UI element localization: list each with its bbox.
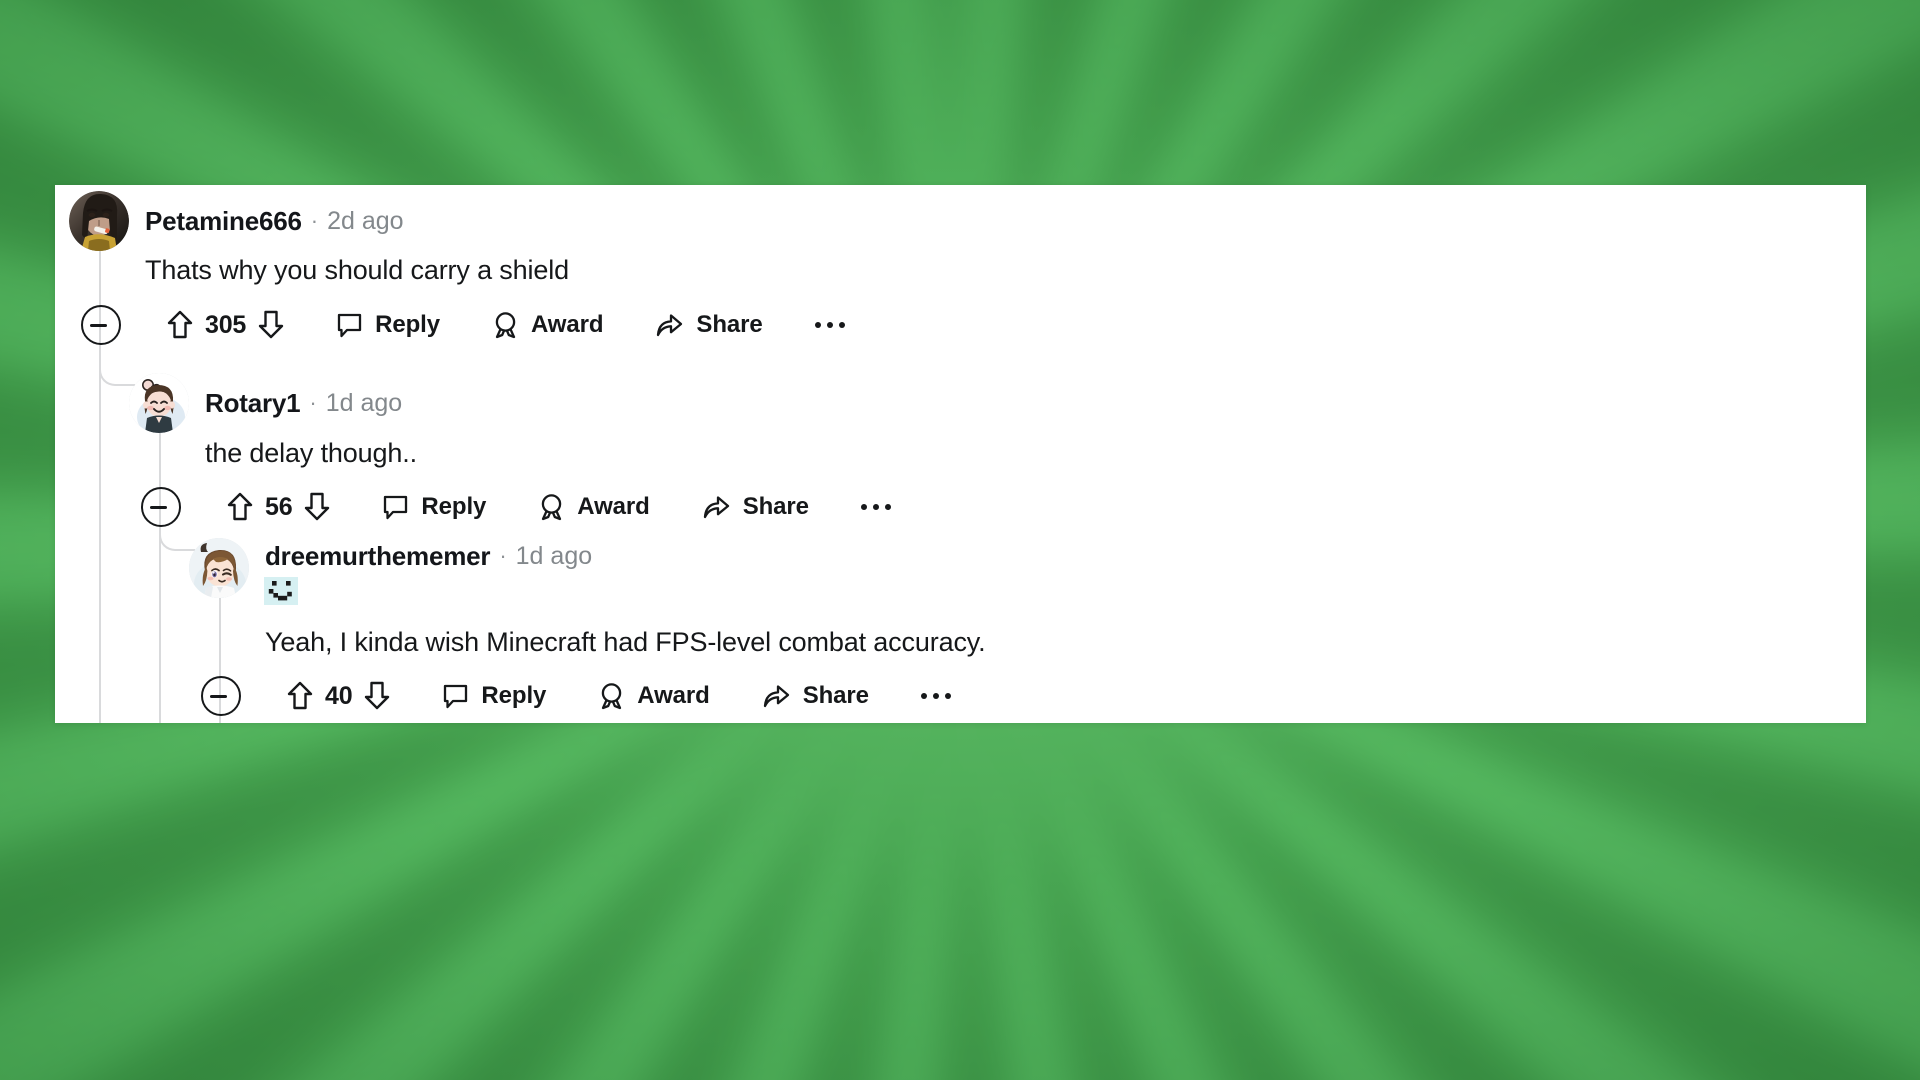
comment-thread-card: Petamine666 · 2d ago Thats why you shoul… [55, 185, 1866, 723]
share-arrow-icon [657, 313, 683, 336]
award-button[interactable]: Award [492, 311, 604, 340]
avatar-image-rotary1 [129, 373, 189, 433]
award-label: Award [530, 311, 604, 338]
vote-group: 40 [287, 681, 390, 711]
timestamp: 1d ago [325, 388, 403, 417]
award-button[interactable]: Award [598, 682, 710, 711]
timestamp: 1d ago [515, 542, 593, 570]
more-options-button[interactable] [814, 322, 845, 328]
comment-bubble-icon [384, 495, 408, 519]
reply-label: Reply [481, 682, 547, 709]
award-medal-icon [495, 311, 516, 338]
avatar-image-dreemurthememer [189, 538, 249, 598]
vote-count: 40 [325, 681, 353, 710]
award-label: Award [637, 682, 710, 709]
comment-header: dreemurthememer · 1d ago [189, 538, 592, 598]
separator-dot: · [499, 543, 507, 568]
more-options-button[interactable] [920, 693, 951, 699]
timestamp: 2d ago [327, 206, 404, 235]
comment-header: Petamine666 · 2d ago [69, 191, 404, 251]
username[interactable]: dreemurthememer [265, 538, 491, 574]
share-button[interactable]: Share [702, 493, 809, 521]
username[interactable]: Rotary1 [205, 388, 301, 419]
share-button[interactable]: Share [762, 682, 869, 710]
upvote-icon[interactable] [287, 681, 313, 711]
share-arrow-icon [703, 495, 729, 518]
share-arrow-icon [763, 684, 789, 707]
reply-button[interactable]: Reply [382, 493, 486, 521]
thread-rail-depth-1 [159, 383, 161, 723]
comment-bubble-icon [444, 684, 468, 708]
avatar[interactable] [129, 373, 189, 433]
comment-body: Thats why you should carry a shield [145, 255, 569, 285]
avatar-image-petamine666 [69, 191, 129, 251]
username[interactable]: Petamine666 [145, 206, 302, 237]
share-button[interactable]: Share [655, 311, 763, 339]
upvote-icon[interactable] [227, 492, 253, 522]
comment-body: Yeah, I kinda wish Minecraft had FPS-lev… [265, 627, 986, 657]
reply-button[interactable]: Reply [442, 682, 546, 710]
downvote-icon[interactable] [364, 681, 390, 711]
avatar[interactable] [69, 191, 129, 251]
comment-actions: 40 Reply Award Share [201, 676, 951, 716]
comment-actions: 56 Reply Award Share [141, 487, 891, 527]
collapse-comment-button[interactable] [141, 487, 181, 527]
reply-button[interactable]: Reply [336, 311, 440, 339]
comment-actions: 305 Reply Award Share [81, 305, 845, 345]
avatar[interactable] [189, 538, 249, 598]
comment-bubble-icon [337, 313, 362, 337]
collapse-comment-button[interactable] [201, 676, 241, 716]
vote-group: 56 [227, 492, 330, 522]
reply-label: Reply [421, 493, 487, 520]
share-label: Share [802, 682, 869, 709]
comment-header: Rotary1 · 1d ago [129, 373, 402, 433]
pixel-smiley-glyph [264, 577, 298, 605]
more-options-button[interactable] [860, 504, 891, 510]
upvote-icon[interactable] [167, 310, 193, 340]
separator-dot: · [310, 208, 319, 233]
award-medal-icon [542, 493, 562, 520]
pixel-smiley-flair-icon [264, 577, 298, 605]
downvote-icon[interactable] [258, 310, 284, 340]
award-medal-icon [602, 682, 622, 709]
downvote-icon[interactable] [304, 492, 330, 522]
comment-body: the delay though.. [205, 438, 417, 468]
collapse-comment-button[interactable] [81, 305, 121, 345]
vote-group: 305 [167, 310, 284, 340]
reply-label: Reply [375, 311, 440, 338]
vote-count: 56 [265, 492, 293, 521]
award-button[interactable]: Award [538, 493, 650, 522]
share-label: Share [696, 311, 763, 338]
share-label: Share [742, 493, 809, 520]
award-label: Award [577, 493, 650, 520]
vote-count: 305 [205, 310, 247, 339]
separator-dot: · [309, 390, 317, 415]
